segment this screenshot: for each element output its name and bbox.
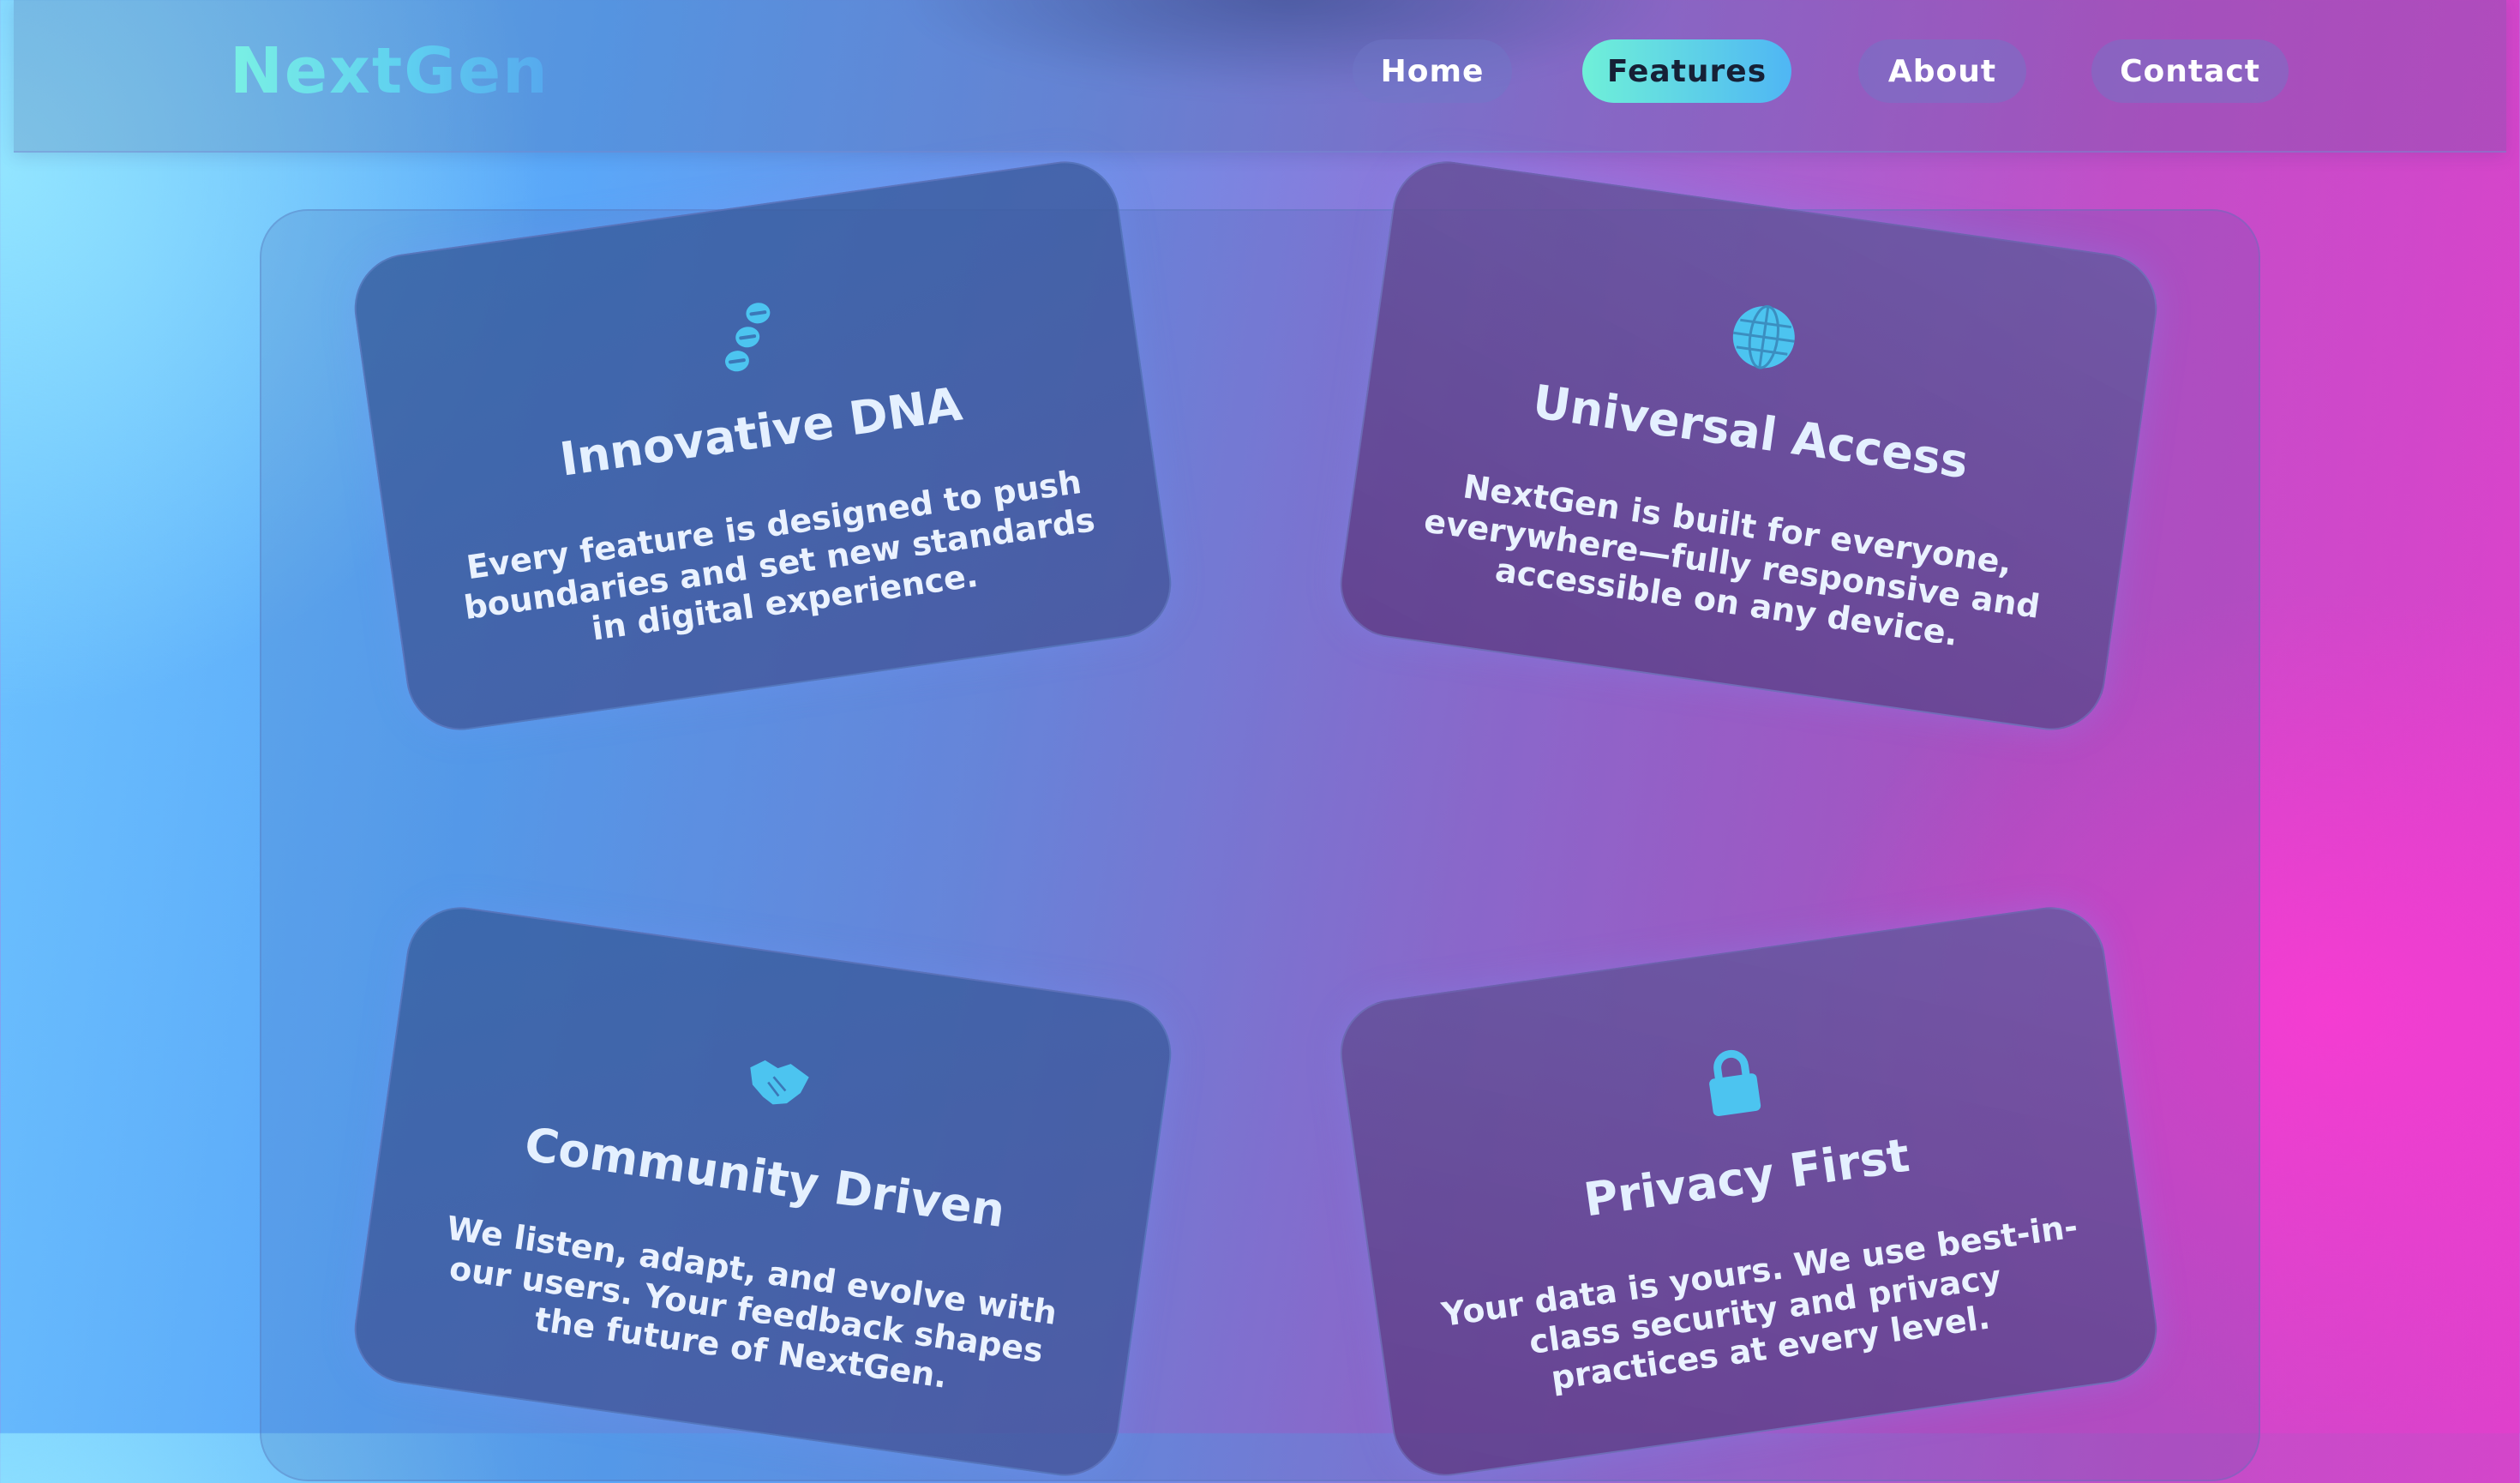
feature-description: We listen, adapt, and evolve with our us…	[444, 1209, 1059, 1396]
brand-logo[interactable]: NextGen	[230, 34, 549, 108]
feature-description: Your data is yours. We use best-in-class…	[1439, 1207, 2080, 1398]
lock-icon	[1695, 1044, 1772, 1121]
feature-description: Every feature is designed to push bounda…	[461, 462, 1098, 648]
navbar: NextGen Home Features About Contact	[14, 0, 2506, 153]
globe-icon	[1725, 298, 1803, 375]
nav-contact[interactable]: Contact	[2091, 39, 2289, 103]
feature-title: Innovative DNA	[556, 376, 966, 487]
nav-about[interactable]: About	[1858, 39, 2026, 103]
feature-description: NextGen is built for everyone, everywher…	[1421, 467, 2043, 654]
dna-icon	[709, 298, 786, 375]
nav-home[interactable]: Home	[1353, 39, 1512, 103]
feature-title: Privacy First	[1580, 1127, 1913, 1228]
nav-features[interactable]: Features	[1582, 39, 1791, 103]
handshake-icon	[740, 1044, 817, 1121]
feature-title: Community Driven	[521, 1117, 1009, 1239]
feature-title: Universal Access	[1529, 374, 1972, 489]
